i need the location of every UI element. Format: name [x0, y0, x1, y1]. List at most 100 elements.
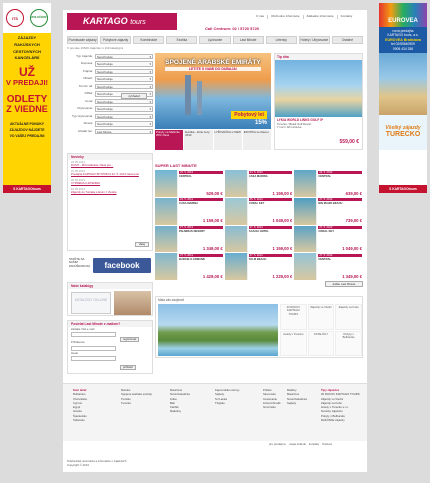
last-minute-card[interactable]: 24. 5. 2013 CENTRAL 529,00 €: [155, 170, 224, 197]
password-field[interactable]: [71, 356, 116, 362]
card-hotel: CASA MARINA: [248, 174, 268, 178]
footer-nav-link[interactable]: Thajsko: [215, 401, 240, 405]
footer-nav-link[interactable]: Turecko: [121, 401, 152, 405]
nav-item[interactable]: Ostatné: [331, 36, 363, 44]
search-select[interactable]: Nerozhoduje: [95, 68, 153, 75]
search-select[interactable]: Nerozhoduje: [95, 113, 153, 120]
search-label: Strava:: [83, 121, 93, 126]
last-minute-card[interactable]: 27. 5. 2013 ACACIA HOTEL 1 159,00 €: [224, 225, 294, 253]
news-item[interactable]: 24.05.2013 DUSIT - Minimalizácie zľava pr…: [68, 160, 152, 169]
footer-nav-link[interactable]: 20 ROKOV KARTAGO TOURS: [321, 392, 360, 396]
last-minute-card[interactable]: 27. 5. 2013 PALMIRAS RESORT 1 349,00 €: [155, 225, 224, 253]
top-link[interactable]: Základné informácie: [302, 14, 334, 19]
top-link[interactable]: Kontakty: [336, 14, 352, 19]
nav-item[interactable]: Last Minute: [232, 36, 264, 44]
search-select[interactable]: Last Minute: [95, 128, 153, 135]
search-row: Strava: Nerozhoduje: [67, 121, 153, 128]
last-minute-card[interactable]: 25. 5. 2013 CORAL KEY 1 049,00 €: [224, 197, 294, 225]
card-info: 24. 5. 2013 CENTRAL 529,00 €: [178, 170, 224, 197]
more-last-minute-button[interactable]: ďalšie Last Minute: [325, 281, 363, 287]
feature-link[interactable]: KATALÓGY: [307, 330, 335, 356]
news-title[interactable]: DUSIT - Minimalizácie zľava pre...: [71, 163, 149, 167]
facebook-logo[interactable]: facebook: [93, 258, 151, 273]
footer-link[interactable]: Partneri: [322, 442, 332, 446]
email-field[interactable]: [71, 332, 116, 338]
search-select[interactable]: Nerozhoduje: [95, 106, 153, 112]
footer-link[interactable]: pre predajcov: [269, 442, 286, 446]
footer-nav-link[interactable]: Spojené arabské emiráty: [121, 392, 152, 396]
search-select[interactable]: Nerozhoduje: [95, 61, 153, 67]
search-select[interactable]: Nerozhoduje: [95, 83, 153, 90]
feature-link[interactable]: 20 ROKOV KARTAGO TOURS: [280, 304, 307, 330]
footer-link[interactable]: kontakty: [309, 442, 319, 446]
footer-link[interactable]: mapa stránok: [289, 442, 306, 446]
last-minute-card[interactable]: 24. 5. 2013 CASA MARINA 1 159,00 €: [224, 170, 294, 197]
news-title[interactable]: Predajňa KARTAGO BYSTRICA 22. 5. 2013 za…: [71, 172, 149, 176]
facebook-box[interactable]: STAŇTE SA NAŠIM FANÚŠIKOM NA facebook: [67, 255, 153, 277]
nav-item[interactable]: Kombinácie: [133, 36, 165, 44]
slider-thumb[interactable]: EXOTIKA so zľavou: [242, 130, 271, 150]
hotel-photo: [294, 253, 317, 280]
news-item[interactable]: 20.05.2013 VYPREDAJ LETENIEK: [68, 178, 152, 187]
last-minute-card[interactable]: 27. 5. 2013 PALM BEACH 1 229,00 €: [224, 253, 294, 280]
slider-thumb[interactable]: LYŽOVAČKA s NAMI: [213, 130, 242, 150]
news-more-button[interactable]: ďalej: [134, 241, 149, 247]
card-info: 27. 5. 2013 BIN MAJID BEACH 739,00 €: [317, 197, 363, 225]
news-item[interactable]: 19.05.2013 Zájazdy do Tuniska s letom z V…: [68, 187, 152, 196]
footer-nav-link[interactable]: Gruzínsko: [263, 405, 281, 409]
nav-item[interactable]: Hotely / Ubytovanie: [298, 36, 330, 44]
hotel-photo: [294, 170, 317, 197]
top-link[interactable]: O nás: [253, 14, 264, 19]
search-label: Cena:: [84, 98, 93, 103]
feature-link[interactable]: Hotely v Turecku: [280, 330, 307, 356]
card-price: 1 159,00 €: [272, 190, 293, 196]
catalog-box[interactable]: Naše katalógy KATALÓGY ON-LINE: [67, 282, 153, 316]
last-minute-card[interactable]: 27. 5. 2013 CENTRAL 1 349,00 €: [294, 253, 363, 280]
copyright: Copyright © 2013: [67, 463, 89, 467]
nav-item[interactable]: Lyžovanie: [199, 36, 231, 44]
slider-thumb[interactable]: Exotika - letné ceny 2013: [184, 130, 213, 150]
left-ad-banner[interactable]: ITS SPOLOČNOSŤ ZÁJAZDY RAKÚSKYCH CESTOVN…: [3, 3, 51, 193]
feature-link[interactable]: Zájazdy na Kubu: [335, 304, 362, 330]
tip-of-day[interactable]: Tip dňa LYKIA WORLD LINKS GOLF 5* Tureck…: [274, 53, 363, 150]
footer-nav-link[interactable]: RAKÚSKE zájazdy: [321, 418, 360, 422]
search-select[interactable]: Nerozhoduje: [95, 98, 153, 105]
last-minute-card[interactable]: 27. 5. 2013 BARCELO ARMAND 1 429,00 €: [155, 253, 224, 280]
news-title[interactable]: VYPREDAJ LETENIEK: [71, 181, 149, 185]
breadcrumb: V ponuke 16629 zájazdov s 119 katalógmi: [67, 46, 124, 50]
card-info: 24. 5. 2013 CENTRAL 639,00 €: [317, 170, 363, 197]
nav-item[interactable]: Letenky: [265, 36, 297, 44]
news-item[interactable]: 21.05.2013 Predajňa KARTAGO BYSTRICA 22. …: [68, 169, 152, 178]
footer-nav-link[interactable]: Taliansko: [73, 418, 87, 422]
news-title[interactable]: Zájazdy do Tuniska s letom z Viedne: [71, 190, 149, 194]
last-minute-card[interactable]: 27. 5. 2013 CORAL KEY 1 049,00 €: [294, 225, 363, 253]
kartago-logo[interactable]: KARTAGO tours: [67, 13, 177, 30]
promo-slider[interactable]: SPOJENÉ ARABSKÉ EMIRÁTY LETITE S NAMI DO…: [155, 53, 271, 129]
slider-thumb[interactable]: Pobyty na Mallorke 25% zľava: [155, 130, 184, 150]
card-hotel: CORAL KEY: [318, 230, 335, 234]
feature-link[interactable]: Zájazdy vo Viedni: [307, 304, 335, 330]
search-select[interactable]: Nerozhoduje: [95, 121, 153, 127]
footer-nav-link[interactable]: Sejšely: [287, 401, 307, 405]
nav-item[interactable]: Poznávacie zájazdy: [67, 36, 99, 44]
search-button[interactable]: vyhľadať: [121, 93, 147, 99]
feature-link[interactable]: Pobyty v Bulharsku: [335, 330, 362, 356]
nav-item[interactable]: Pobytové zájazdy: [100, 36, 132, 44]
top-link[interactable]: Obchodné informácie: [267, 14, 300, 19]
last-minute-card[interactable]: 24. 5. 2013 CASA MARINA 1 159,00 €: [155, 197, 224, 225]
card-info: 27. 5. 2013 CENTRAL 1 349,00 €: [317, 253, 363, 280]
register-button[interactable]: registrovať: [120, 337, 140, 343]
footer-nav-link[interactable]: Nová Kaledónia: [170, 392, 190, 396]
catalog-image[interactable]: KATALÓGY ON-LINE: [71, 292, 111, 314]
search-select[interactable]: Nerozhoduje: [95, 53, 153, 60]
last-minute-card[interactable]: 27. 5. 2013 BIN MAJID BEACH 739,00 €: [294, 197, 363, 225]
last-minute-card[interactable]: 24. 5. 2013 CENTRAL 639,00 €: [294, 170, 363, 197]
search-select[interactable]: Nerozhoduje: [95, 76, 153, 82]
resort-image[interactable]: [158, 304, 278, 356]
footer-nav-link[interactable]: Bulharsko: [73, 392, 87, 396]
nav-item[interactable]: Exotika: [166, 36, 198, 44]
right-ad-banner[interactable]: EUROVEA nová predajňa KARTAGO tours, a.s…: [379, 3, 427, 193]
footer-nav-link[interactable]: Maledivy: [170, 409, 190, 413]
login-button[interactable]: prihlásiť: [120, 365, 136, 371]
tip-desc: 7 nocí / All inclusive: [277, 125, 302, 130]
